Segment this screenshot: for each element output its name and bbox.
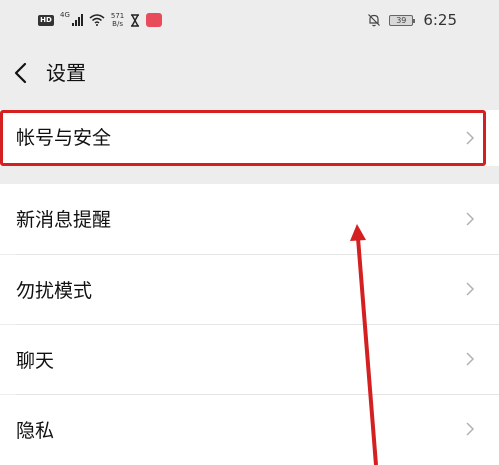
chevron-right-icon	[466, 131, 475, 145]
chevron-right-icon	[466, 352, 475, 366]
chevron-right-icon	[466, 282, 475, 296]
speed-unit: B/s	[112, 20, 123, 28]
settings-item-label: 隐私	[16, 420, 55, 442]
network-type-label: 4G	[60, 11, 70, 19]
settings-item-label: 勿扰模式	[16, 280, 93, 302]
settings-item-privacy[interactable]: 隐私	[0, 395, 499, 465]
mute-bell-icon	[368, 14, 381, 27]
signal-icon	[71, 14, 83, 26]
settings-item-label: 新消息提醒	[16, 209, 112, 231]
chevron-right-icon	[466, 422, 475, 436]
wifi-icon	[89, 14, 105, 26]
chevron-right-icon	[466, 212, 475, 226]
status-bar: HD 4G 571 B/s 39 6:25	[0, 0, 499, 40]
settings-item-label: 帐号与安全	[16, 127, 112, 149]
app-notification-icon	[146, 13, 163, 27]
battery-icon: 39	[389, 14, 416, 26]
status-time: 6:25	[423, 11, 457, 29]
settings-item-account-security[interactable]: 帐号与安全	[0, 110, 499, 166]
settings-item-label: 聊天	[16, 350, 55, 372]
settings-item-chat[interactable]: 聊天	[0, 325, 499, 394]
settings-item-new-message-alerts[interactable]: 新消息提醒	[0, 184, 499, 254]
network-speed: 571 B/s	[111, 12, 124, 28]
speed-value: 571	[110, 12, 125, 20]
page-title: 设置	[46, 61, 86, 85]
settings-item-do-not-disturb[interactable]: 勿扰模式	[0, 255, 499, 324]
hd-icon: HD	[38, 14, 54, 26]
hourglass-icon	[131, 13, 140, 27]
status-bar-right: 39 6:25	[367, 10, 457, 30]
page-header: 设置	[0, 45, 499, 101]
chevron-left-icon[interactable]	[12, 62, 30, 84]
status-bar-left: HD 4G 571 B/s	[38, 10, 163, 30]
